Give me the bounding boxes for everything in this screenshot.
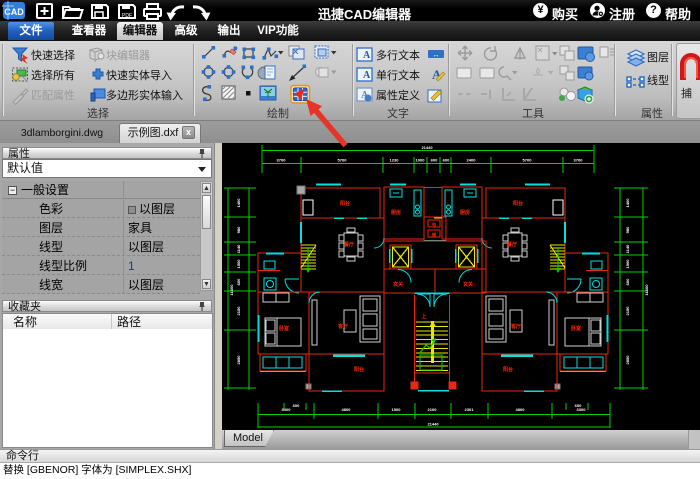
svg-text:4800: 4800 bbox=[516, 407, 526, 412]
svg-text:2850: 2850 bbox=[625, 355, 630, 365]
svg-text:卧室: 卧室 bbox=[279, 325, 289, 332]
svg-text:A: A bbox=[363, 70, 371, 81]
svg-text:11600: 11600 bbox=[644, 284, 649, 296]
svg-text:A: A bbox=[363, 50, 371, 61]
svg-text:2150: 2150 bbox=[236, 306, 241, 316]
svg-text:客厅: 客厅 bbox=[510, 323, 521, 330]
svg-text:1500: 1500 bbox=[625, 259, 630, 269]
svg-text:玄关: 玄关 bbox=[463, 281, 473, 288]
svg-text:5700: 5700 bbox=[338, 158, 348, 163]
svg-text:客厅: 客厅 bbox=[337, 323, 348, 330]
svg-text:1230: 1230 bbox=[390, 158, 400, 163]
svg-text:厨房: 厨房 bbox=[460, 209, 470, 216]
svg-text:600: 600 bbox=[575, 403, 582, 408]
svg-text:1400: 1400 bbox=[236, 198, 241, 208]
svg-text:1500: 1500 bbox=[236, 259, 241, 269]
svg-text:玄关: 玄关 bbox=[393, 281, 403, 288]
svg-text:CAD: CAD bbox=[4, 7, 24, 17]
svg-text:1000: 1000 bbox=[416, 158, 426, 163]
svg-text:980: 980 bbox=[236, 226, 241, 233]
svg-text:600: 600 bbox=[431, 158, 438, 163]
svg-text:1140: 1140 bbox=[236, 244, 241, 253]
svg-text:PDF: PDF bbox=[122, 13, 132, 19]
svg-text:厨房: 厨房 bbox=[391, 209, 401, 216]
svg-text:1400: 1400 bbox=[625, 198, 630, 208]
svg-text:600: 600 bbox=[293, 403, 300, 408]
svg-text:卧室: 卧室 bbox=[571, 325, 581, 332]
svg-text:餐厅: 餐厅 bbox=[506, 241, 517, 248]
svg-text:上: 上 bbox=[421, 313, 426, 320]
svg-text:↔: ↔ bbox=[433, 52, 440, 59]
svg-text:4800: 4800 bbox=[342, 407, 352, 412]
svg-text:3700: 3700 bbox=[574, 158, 584, 163]
svg-text:阳台: 阳台 bbox=[513, 200, 523, 207]
svg-text:2400: 2400 bbox=[467, 158, 477, 163]
svg-text:2100: 2100 bbox=[428, 407, 438, 412]
svg-text:980: 980 bbox=[625, 226, 630, 233]
svg-text:阳台: 阳台 bbox=[340, 200, 350, 207]
svg-text:3300: 3300 bbox=[282, 407, 292, 412]
svg-text:2150: 2150 bbox=[625, 306, 630, 316]
svg-text:600: 600 bbox=[236, 278, 241, 285]
svg-text:3700: 3700 bbox=[277, 158, 287, 163]
svg-text:21440: 21440 bbox=[427, 422, 439, 427]
svg-text:600: 600 bbox=[443, 158, 450, 163]
svg-text:21440: 21440 bbox=[421, 145, 433, 150]
svg-text:阳台: 阳台 bbox=[354, 366, 364, 373]
svg-text:1140: 1140 bbox=[625, 244, 630, 253]
svg-text:2850: 2850 bbox=[236, 355, 241, 365]
svg-text:11600: 11600 bbox=[229, 284, 234, 296]
svg-text:5700: 5700 bbox=[523, 158, 533, 163]
svg-text:2301: 2301 bbox=[465, 407, 475, 412]
svg-text:1500: 1500 bbox=[392, 407, 402, 412]
svg-text:梯: 梯 bbox=[432, 231, 436, 237]
svg-text:电: 电 bbox=[432, 221, 436, 227]
svg-text:餐厅: 餐厅 bbox=[343, 241, 354, 248]
svg-text:600: 600 bbox=[625, 278, 630, 285]
svg-text:阳台: 阳台 bbox=[503, 366, 513, 373]
